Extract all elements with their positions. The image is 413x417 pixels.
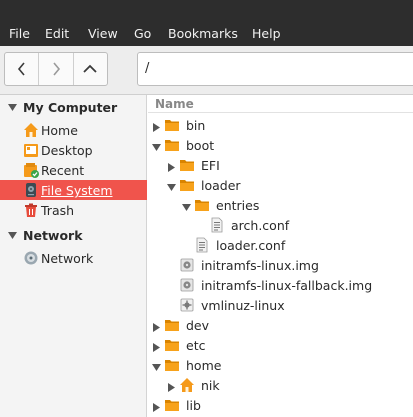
sidebar-item-desktop[interactable]: Desktop [0,140,147,160]
text-file-icon [209,217,225,233]
folder-icon [164,117,180,133]
tree-row-name: arch.conf [231,218,290,233]
expander-expanded-icon[interactable] [167,181,176,191]
sidebar-item-recent[interactable]: Recent [0,160,147,180]
folder-icon [164,397,180,413]
folder-icon [179,157,195,173]
desktop-icon [24,144,38,157]
sidebar-section-title: Network [23,228,83,243]
tree-row-name: loader [201,178,241,193]
home-icon [24,123,38,137]
tree-row[interactable]: loader.conf [148,235,413,255]
tree-row[interactable]: boot [148,135,413,155]
folder-icon [194,197,210,213]
sidebar-item-label: Network [41,251,94,266]
chevron-up-icon [83,64,97,73]
sidebar-item-label: File System [41,183,113,198]
tree-row-name: lib [186,398,201,413]
folder-icon [164,337,180,353]
sidebar-section-title: My Computer [23,100,118,115]
tree-row[interactable]: bin [148,115,413,135]
recent-icon [24,163,39,178]
tree-row-name: vmlinuz-linux [201,298,285,313]
sidebar: My Computer Home Desktop Recent File Sys… [0,95,147,417]
forward-button[interactable] [39,53,74,85]
triangle-down-icon [8,104,17,111]
tree-row[interactable]: initramfs-linux.img [148,255,413,275]
tree-row[interactable]: etc [148,335,413,355]
sidebar-item-trash[interactable]: Trash [0,200,147,220]
menu-edit[interactable]: Edit [45,27,69,41]
menu-help[interactable]: Help [252,27,281,41]
toolbar: / [0,46,413,95]
tree-row-name: initramfs-linux-fallback.img [201,278,373,293]
expander-expanded-icon[interactable] [152,141,161,151]
folder-icon [164,137,180,153]
executable-icon [179,297,195,313]
menu-view[interactable]: View [88,27,118,41]
sidebar-item-label: Recent [41,163,85,178]
disk-image-icon [179,277,195,293]
back-button[interactable] [5,53,40,85]
menu-bookmarks[interactable]: Bookmarks [168,27,238,41]
tree-row-name: loader.conf [216,238,286,253]
sidebar-item-label: Desktop [41,143,93,158]
expander-collapsed-icon[interactable] [152,321,161,332]
tree-row[interactable]: EFI [148,155,413,175]
folder-icon [179,177,195,193]
sidebar-item-label: Trash [41,203,75,218]
tree-row-name: initramfs-linux.img [201,258,319,273]
menu-go[interactable]: Go [134,27,151,41]
folder-icon [164,357,180,373]
tree-row-name: home [186,358,222,373]
sidebar-item-label: Home [41,123,78,138]
tree-row[interactable]: lib [148,395,413,415]
sidebar-item-network[interactable]: Network [0,248,147,268]
sidebar-section-my-computer[interactable]: My Computer [0,99,147,117]
chevron-left-icon [17,62,25,76]
tree-row-name: dev [186,318,210,333]
up-button[interactable] [74,53,107,85]
tree-row[interactable]: entries [148,195,413,215]
tree-row[interactable]: home [148,355,413,375]
column-header-name[interactable]: Name [148,95,413,113]
triangle-down-icon [8,232,17,239]
tree-row[interactable]: nik [148,375,413,395]
menu-file[interactable]: File [9,27,30,41]
sidebar-section-network[interactable]: Network [0,227,147,245]
tree-row[interactable]: arch.conf [148,215,413,235]
drive-icon [26,183,36,197]
tree-row-name: EFI [201,158,220,173]
tree-row-name: entries [216,198,260,213]
tree-row[interactable]: loader [148,175,413,195]
network-icon [24,251,38,265]
menubar: File Edit View Go Bookmarks Help [0,0,413,46]
expander-expanded-icon[interactable] [182,201,191,211]
location-bar[interactable]: / [137,52,413,86]
file-tree-view: Name bin boot EFI loader entries arch.conf loa… [148,95,413,417]
tree-row-name: nik [201,378,220,393]
tree-row-name: boot [186,138,215,153]
text-file-icon [194,237,210,253]
navigation-buttons [4,52,108,86]
tree-row-name: bin [186,118,206,133]
folder-icon [164,317,180,333]
column-header-label: Name [155,97,194,111]
tree-row[interactable]: vmlinuz-linux [148,295,413,315]
tree-row[interactable]: dev [148,315,413,335]
home-folder-icon [179,377,195,393]
expander-collapsed-icon[interactable] [152,121,161,132]
expander-collapsed-icon[interactable] [152,401,161,412]
disk-image-icon [179,257,195,273]
expander-collapsed-icon[interactable] [152,341,161,352]
trash-icon [25,203,37,217]
expander-expanded-icon[interactable] [152,361,161,371]
expander-collapsed-icon[interactable] [167,161,176,172]
sidebar-item-file-system[interactable]: File System [0,180,147,200]
sidebar-item-home[interactable]: Home [0,120,147,140]
expander-collapsed-icon[interactable] [167,381,176,392]
tree-row[interactable]: initramfs-linux-fallback.img [148,275,413,295]
tree-row-name: etc [186,338,206,353]
chevron-right-icon [53,62,61,76]
